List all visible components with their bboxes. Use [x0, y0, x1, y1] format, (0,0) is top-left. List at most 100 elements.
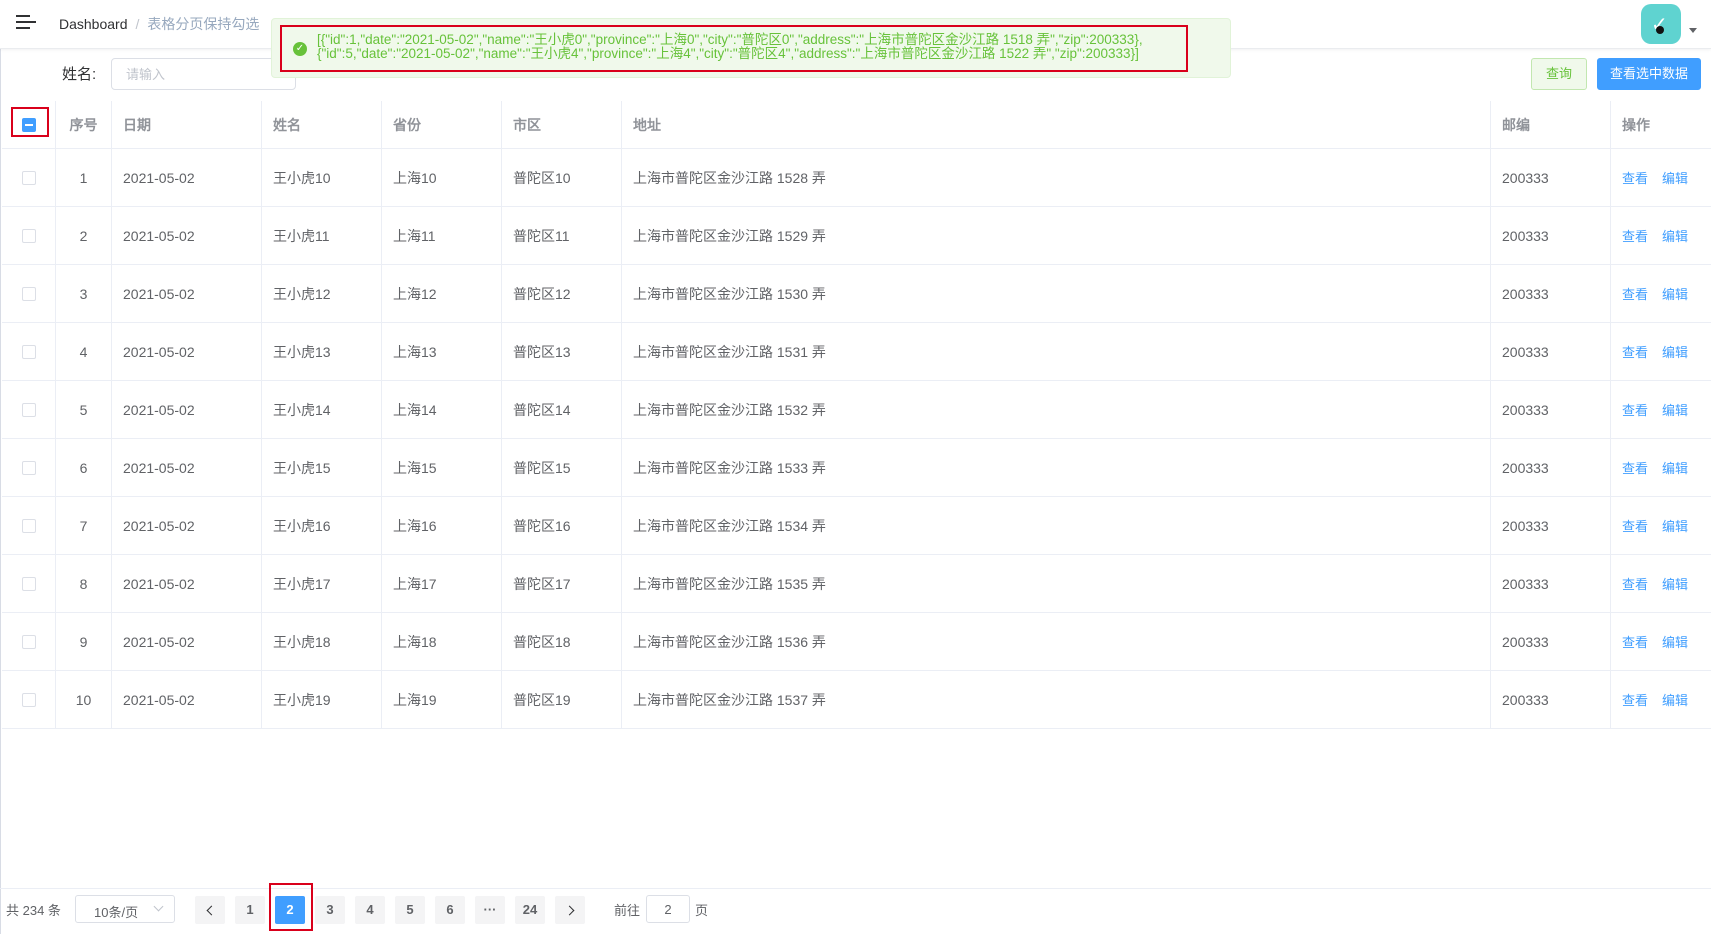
row-checkbox[interactable] — [21, 576, 36, 591]
row-checkbox[interactable] — [21, 692, 36, 707]
page-button[interactable]: 1 — [235, 896, 265, 924]
success-message: ✓ [{"id":1,"date":"2021-05-02","name":"王… — [271, 18, 1231, 78]
chevron-left-icon — [206, 905, 216, 916]
goto-prefix: 前往 — [614, 903, 641, 918]
table-row: 5 2021-05-02 王小虎14 上海14 普陀区14 上海市普陀区金沙江路 1532… — [2, 381, 1711, 439]
row-zip: 200333 — [1491, 613, 1611, 670]
row-province: 上海12 — [382, 265, 502, 322]
page-ellipsis[interactable]: ··· — [475, 896, 505, 924]
row-address: 上海市普陀区金沙江路 1535 弄 — [622, 555, 1491, 612]
row-address: 上海市普陀区金沙江路 1528 弄 — [622, 149, 1491, 206]
select-all-checkbox[interactable] — [21, 117, 36, 132]
row-date: 2021-05-02 — [112, 613, 262, 670]
row-checkbox[interactable] — [21, 634, 36, 649]
edit-link[interactable]: 编辑 — [1662, 632, 1688, 651]
edit-link[interactable]: 编辑 — [1662, 226, 1688, 245]
row-date: 2021-05-02 — [112, 265, 262, 322]
row-checkbox[interactable] — [21, 286, 36, 301]
hamburger-icon[interactable] — [16, 14, 36, 32]
chevron-right-icon — [564, 905, 574, 916]
table-row: 2 2021-05-02 王小虎11 上海11 普陀区11 上海市普陀区金沙江路 1529… — [2, 207, 1711, 265]
edit-link[interactable]: 编辑 — [1662, 284, 1688, 303]
row-checkbox[interactable] — [21, 402, 36, 417]
row-checkbox[interactable] — [21, 170, 36, 185]
row-zip: 200333 — [1491, 555, 1611, 612]
row-date: 2021-05-02 — [112, 323, 262, 380]
row-checkbox[interactable] — [21, 518, 36, 533]
row-date: 2021-05-02 — [112, 497, 262, 554]
row-province: 上海14 — [382, 381, 502, 438]
row-name: 王小虎19 — [262, 671, 382, 728]
row-province: 上海19 — [382, 671, 502, 728]
row-name: 王小虎13 — [262, 323, 382, 380]
header-province: 省份 — [382, 101, 502, 148]
row-checkbox[interactable] — [21, 460, 36, 475]
query-button[interactable]: 查询 — [1531, 58, 1587, 90]
row-name: 王小虎15 — [262, 439, 382, 496]
header-index: 序号 — [56, 101, 112, 148]
row-date: 2021-05-02 — [112, 439, 262, 496]
row-index: 6 — [56, 439, 112, 496]
breadcrumb-home[interactable]: Dashboard — [59, 16, 128, 32]
page-button[interactable]: 3 — [315, 896, 345, 924]
view-link[interactable]: 查看 — [1622, 690, 1648, 709]
row-province: 上海11 — [382, 207, 502, 264]
row-city: 普陀区14 — [502, 381, 622, 438]
edit-link[interactable]: 编辑 — [1662, 458, 1688, 477]
view-link[interactable]: 查看 — [1622, 458, 1648, 477]
row-index: 8 — [56, 555, 112, 612]
message-line-1: [{"id":1,"date":"2021-05-02","name":"王小虎… — [317, 32, 1143, 47]
page-button[interactable]: 4 — [355, 896, 385, 924]
breadcrumb-current: 表格分页保持勾选 — [147, 16, 260, 32]
search-label: 姓名: — [62, 66, 97, 83]
view-link[interactable]: 查看 — [1622, 342, 1648, 361]
name-search-input[interactable] — [111, 58, 296, 90]
row-date: 2021-05-02 — [112, 671, 262, 728]
view-link[interactable]: 查看 — [1622, 632, 1648, 651]
row-city: 普陀区11 — [502, 207, 622, 264]
edit-link[interactable]: 编辑 — [1662, 342, 1688, 361]
page-button[interactable]: 24 — [515, 896, 545, 924]
row-name: 王小虎18 — [262, 613, 382, 670]
edit-link[interactable]: 编辑 — [1662, 690, 1688, 709]
row-province: 上海10 — [382, 149, 502, 206]
view-link[interactable]: 查看 — [1622, 574, 1648, 593]
page-button[interactable]: 2 — [275, 896, 305, 924]
next-page-button[interactable] — [555, 896, 585, 924]
table-bottom-border — [0, 888, 1711, 889]
caret-down-icon[interactable] — [1689, 28, 1697, 33]
view-link[interactable]: 查看 — [1622, 284, 1648, 303]
view-link[interactable]: 查看 — [1622, 400, 1648, 419]
row-date: 2021-05-02 — [112, 207, 262, 264]
row-name: 王小虎11 — [262, 207, 382, 264]
view-link[interactable]: 查看 — [1622, 168, 1648, 187]
header-name: 姓名 — [262, 101, 382, 148]
row-address: 上海市普陀区金沙江路 1537 弄 — [622, 671, 1491, 728]
row-checkbox[interactable] — [21, 228, 36, 243]
row-zip: 200333 — [1491, 439, 1611, 496]
avatar-icon[interactable]: ✓ — [1641, 4, 1681, 44]
row-index: 10 — [56, 671, 112, 728]
row-city: 普陀区17 — [502, 555, 622, 612]
edit-link[interactable]: 编辑 — [1662, 168, 1688, 187]
prev-page-button[interactable] — [195, 896, 225, 924]
edit-link[interactable]: 编辑 — [1662, 516, 1688, 535]
view-link[interactable]: 查看 — [1622, 226, 1648, 245]
row-zip: 200333 — [1491, 497, 1611, 554]
row-checkbox[interactable] — [21, 344, 36, 359]
view-selected-button[interactable]: 查看选中数据 — [1597, 58, 1701, 90]
edit-link[interactable]: 编辑 — [1662, 400, 1688, 419]
goto-page-input[interactable] — [646, 895, 690, 923]
page-button[interactable]: 6 — [435, 896, 465, 924]
row-name: 王小虎17 — [262, 555, 382, 612]
row-province: 上海16 — [382, 497, 502, 554]
view-link[interactable]: 查看 — [1622, 516, 1648, 535]
row-zip: 200333 — [1491, 207, 1611, 264]
breadcrumb-separator: / — [135, 16, 140, 32]
success-circle-icon: ✓ — [293, 42, 307, 56]
edit-link[interactable]: 编辑 — [1662, 574, 1688, 593]
row-date: 2021-05-02 — [112, 149, 262, 206]
page-size-select[interactable]: 10条/页 — [75, 895, 175, 923]
dropdown-arrow-icon — [153, 901, 164, 912]
page-button[interactable]: 5 — [395, 896, 425, 924]
